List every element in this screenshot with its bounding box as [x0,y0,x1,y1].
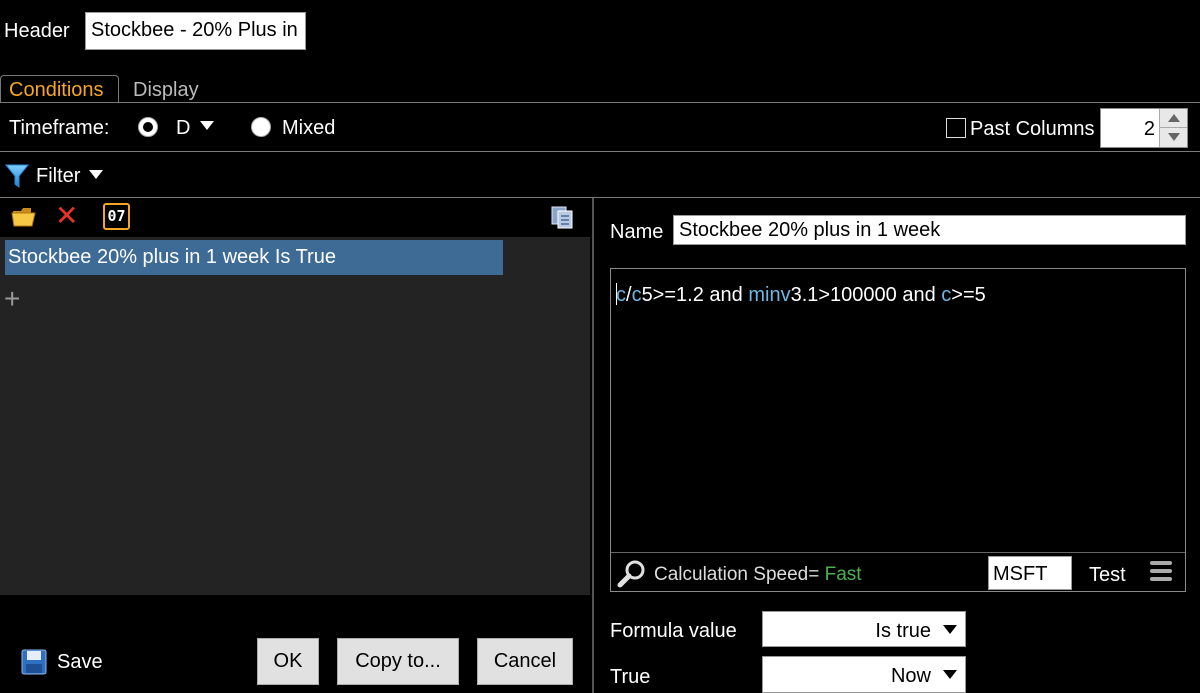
tab-display[interactable]: Display [133,79,199,102]
stepper-down-icon[interactable] [1159,128,1187,147]
copy-icon[interactable] [550,205,574,235]
formula-token: minv [748,284,791,306]
formula-value-select[interactable]: Is true [762,611,966,647]
calculation-speed-value: Fast [824,564,862,585]
formula-calculator-icon[interactable]: 07 [103,203,130,230]
copy-to-button[interactable]: Copy to... [337,638,459,685]
true-selected[interactable]: Now [891,665,931,688]
true-label: True [610,666,651,688]
name-input[interactable]: Stockbee 20% plus in 1 week [673,215,1186,245]
condition-list-item[interactable]: Stockbee 20% plus in 1 week Is True [5,240,503,275]
filter-dropdown-caret-icon[interactable] [89,170,103,179]
stepper-up-icon[interactable] [1159,109,1187,128]
formula-token: 5>=1.2 and [641,284,749,306]
timeframe-radio-mixed[interactable] [251,117,271,137]
cancel-button[interactable]: Cancel [477,638,573,685]
name-label: Name [610,221,664,243]
save-label[interactable]: Save [57,651,103,674]
formula-token: c [941,284,952,306]
ok-button[interactable]: OK [257,638,319,685]
chevron-down-icon[interactable] [943,670,957,679]
timeframe-dropdown-caret-icon[interactable] [200,121,214,130]
filter-funnel-icon[interactable] [4,163,30,195]
chevron-down-icon[interactable] [943,625,957,634]
header-input[interactable]: Stockbee - 20% Plus in [85,12,306,50]
save-disk-icon[interactable] [21,649,47,681]
calculation-speed: Calculation Speed= Fast [654,564,862,586]
timeframe-divider [0,151,1200,152]
conditions-list[interactable] [0,237,590,595]
add-condition-icon[interactable]: + [4,285,20,313]
formula-editor[interactable] [610,268,1186,592]
past-columns-label[interactable]: Past Columns [970,118,1095,141]
past-columns-value[interactable]: 2 [1144,118,1155,141]
calculation-speed-label: Calculation Speed= [654,564,820,585]
panel-splitter[interactable] [592,198,594,693]
timeframe-mixed-label[interactable]: Mixed [282,117,335,140]
open-folder-icon[interactable] [11,204,37,234]
test-button[interactable]: Test [1089,564,1126,587]
true-select[interactable]: Now [762,656,966,693]
formula-status-divider [611,552,1185,553]
timeframe-label: Timeframe: [9,117,110,139]
test-symbol-input[interactable]: MSFT [988,556,1072,590]
formula-token: c [616,284,626,306]
tab-conditions[interactable]: Conditions [0,75,119,103]
formula-token: c [631,284,642,306]
filter-label[interactable]: Filter [36,165,80,188]
formula-value-label: Formula value [610,620,737,642]
magnifier-icon[interactable] [617,559,647,595]
formula-token: 3.1>100000 and [790,284,942,306]
timeframe-radio-d[interactable] [138,117,158,137]
header-label: Header [4,20,70,42]
formula-value-selected[interactable]: Is true [875,620,931,643]
tabs-divider [0,102,1200,103]
past-columns-checkbox[interactable] [946,118,966,138]
delete-icon[interactable]: ✕ [55,202,78,230]
formula-text[interactable]: c/c5>=1.2 and minv3.1>100000 and c>=5 [616,283,986,307]
past-columns-stepper[interactable]: 2 [1100,108,1188,148]
timeframe-d-label[interactable]: D [176,117,190,140]
hamburger-menu-icon[interactable] [1150,561,1172,583]
formula-token: >=5 [951,284,986,306]
